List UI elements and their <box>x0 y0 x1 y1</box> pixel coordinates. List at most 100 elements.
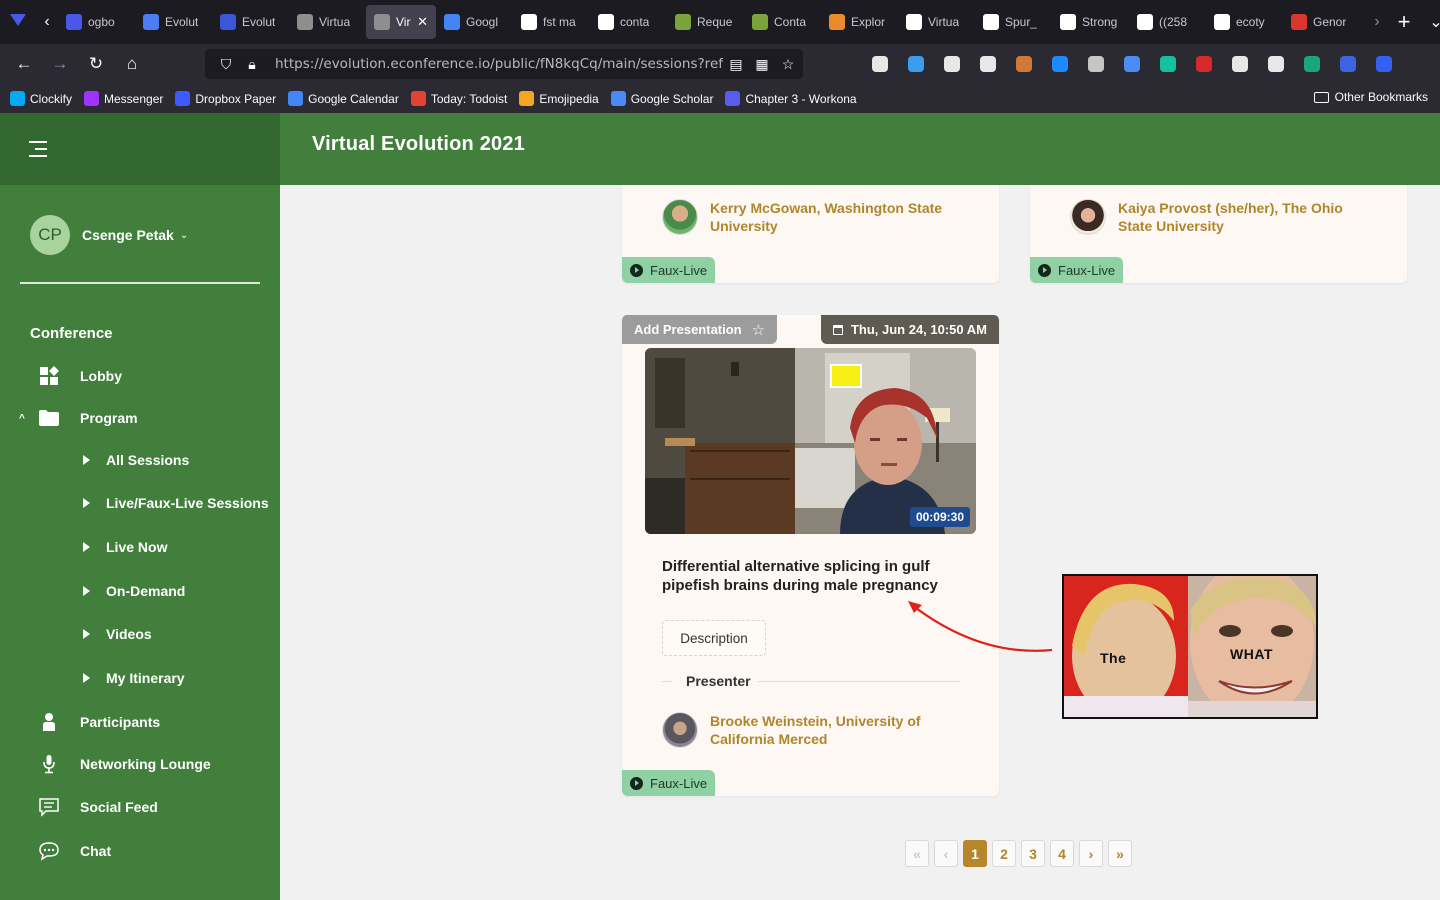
description-button[interactable]: Description <box>662 620 766 656</box>
extension-icon[interactable] <box>1078 56 1114 72</box>
sidebar-item-program[interactable]: ^ Program <box>0 403 280 433</box>
last-page-button[interactable]: » <box>1108 840 1132 867</box>
meme-picture <box>1064 576 1316 717</box>
video-thumbnail[interactable]: 00:09:30 <box>645 348 976 534</box>
browser-tab[interactable]: Virt ✕ <box>366 5 436 39</box>
sidebar-item-live-faux-live[interactable]: Live/Faux-Live Sessions <box>0 488 280 518</box>
bookmark-item[interactable]: Today: Todoist <box>410 91 507 106</box>
extension-icon[interactable] <box>898 56 934 72</box>
page-button-4[interactable]: 4 <box>1050 840 1074 867</box>
extension-icon[interactable] <box>1006 56 1042 72</box>
tab-scroll-right-icon[interactable]: › <box>1366 13 1388 31</box>
page-button-2[interactable]: 2 <box>992 840 1016 867</box>
bookmark-item[interactable]: Dropbox Paper <box>175 91 276 106</box>
star-icon[interactable]: ☆ <box>752 321 765 339</box>
sidebar-item-participants[interactable]: Participants <box>0 707 280 737</box>
reload-icon[interactable]: ↻ <box>78 54 114 74</box>
sidebar-item-on-demand[interactable]: On-Demand <box>0 576 280 606</box>
sidebar: CP Csenge Petak ⌄ Conference Lobby ^ Pro… <box>0 185 280 900</box>
sidebar-item-all-sessions[interactable]: All Sessions <box>0 445 280 475</box>
browser-tab[interactable]: Conta <box>744 5 821 39</box>
sidebar-item-my-itinerary[interactable]: My Itinerary <box>0 663 280 693</box>
back-icon[interactable]: ← <box>6 54 42 74</box>
presenter-entry[interactable]: Brooke Weinstein, University of Californ… <box>662 712 946 748</box>
extension-icon[interactable] <box>1366 56 1402 72</box>
close-tab-icon[interactable]: ✕ <box>417 14 428 30</box>
sidebar-item-chat[interactable]: Chat <box>0 836 280 866</box>
tab-overflow-icon[interactable]: ⌄ <box>1420 12 1440 32</box>
presenter-name[interactable]: Brooke Weinstein, University of Californ… <box>710 712 946 748</box>
presenter-name[interactable]: Kerry McGowan, Washington State Universi… <box>710 199 946 235</box>
presenter-name[interactable]: Kaiya Provost (she/her), The Ohio State … <box>1118 199 1354 235</box>
presenter-entry[interactable]: Kaiya Provost (she/her), The Ohio State … <box>1070 199 1354 235</box>
next-page-button[interactable]: › <box>1079 840 1103 867</box>
extension-icon[interactable] <box>862 56 898 72</box>
browser-tab[interactable]: Genor <box>1283 5 1360 39</box>
extension-icon[interactable] <box>1222 56 1258 72</box>
user-menu[interactable]: CP Csenge Petak ⌄ <box>30 215 188 255</box>
menu-collapse-icon[interactable] <box>29 140 49 158</box>
browser-tab-label: conta <box>620 15 650 29</box>
add-presentation-button[interactable]: Add Presentation ☆ <box>622 315 778 344</box>
bookmark-item[interactable]: Messenger <box>84 91 163 106</box>
browser-tab[interactable]: Virtua <box>898 5 975 39</box>
extension-icon[interactable] <box>1042 56 1078 72</box>
extension-icon[interactable] <box>1150 56 1186 72</box>
sidebar-item-lobby[interactable]: Lobby <box>0 361 280 391</box>
extension-icon[interactable] <box>934 56 970 72</box>
presenter-entry[interactable]: Kerry McGowan, Washington State Universi… <box>662 199 946 235</box>
browser-tab[interactable]: Strong <box>1052 5 1129 39</box>
browser-tab[interactable]: ((258 <box>1129 5 1206 39</box>
browser-tab[interactable]: Virtua <box>289 5 366 39</box>
extension-icon[interactable] <box>1294 56 1330 72</box>
bookmarks-bar: Clockify Messenger Dropbox Paper Google Cal… <box>0 84 1440 113</box>
other-bookmarks[interactable]: Other Bookmarks <box>1313 90 1428 104</box>
first-page-button[interactable]: « <box>905 840 929 867</box>
tab-favicon-icon <box>906 14 922 30</box>
forward-icon[interactable]: → <box>42 54 78 74</box>
bookmark-favicon-icon <box>288 91 304 106</box>
browser-tab[interactable]: Evolut <box>135 5 212 39</box>
bookmark-star-icon[interactable]: ☆ <box>775 56 801 73</box>
reader-view-icon[interactable]: ▤ <box>723 56 749 73</box>
shield-icon[interactable]: ⛉ <box>213 56 239 73</box>
bookmark-item[interactable]: Chapter 3 - Workona <box>725 91 857 106</box>
bookmark-item[interactable]: Google Scholar <box>610 91 713 106</box>
sidebar-item-social-feed[interactable]: Social Feed <box>0 792 280 822</box>
tab-scroll-left-icon[interactable]: ‹ <box>36 13 58 31</box>
page-button-3[interactable]: 3 <box>1021 840 1045 867</box>
folder-icon <box>38 408 60 428</box>
extension-icon[interactable] <box>970 56 1006 72</box>
qr-icon[interactable]: ▦ <box>749 56 775 73</box>
browser-tab[interactable]: Googl <box>436 5 513 39</box>
browser-tab[interactable]: conta <box>590 5 667 39</box>
bookmark-item[interactable]: Google Calendar <box>288 91 399 106</box>
sidebar-item-label: All Sessions <box>106 452 190 468</box>
presentation-title[interactable]: Differential alternative splicing in gul… <box>662 557 962 595</box>
new-tab-icon[interactable]: + <box>1388 9 1420 35</box>
tab-favicon-icon <box>444 14 460 30</box>
lock-icon[interactable]: 🔒︎ <box>239 56 265 73</box>
bookmark-item[interactable]: Emojipedia <box>519 91 599 106</box>
url-bar[interactable]: ⛉ 🔒︎ https://evolution.econference.io/pu… <box>205 49 803 79</box>
browser-tab[interactable]: fst ma <box>513 5 590 39</box>
browser-tab[interactable]: Reque <box>667 5 744 39</box>
sidebar-item-networking[interactable]: Networking Lounge <box>0 749 280 779</box>
browser-tab[interactable]: Spur_ <box>975 5 1052 39</box>
page-button-1[interactable]: 1 <box>963 840 987 867</box>
extension-icon[interactable] <box>1258 56 1294 72</box>
browser-tab[interactable]: Explor <box>821 5 898 39</box>
browser-tab[interactable]: ecoty <box>1206 5 1283 39</box>
url-text[interactable]: https://evolution.econference.io/public/… <box>275 56 723 72</box>
extension-icon[interactable] <box>1330 56 1366 72</box>
browser-tab[interactable]: Evolut <box>212 5 289 39</box>
extension-icon[interactable] <box>1114 56 1150 72</box>
bookmark-item[interactable]: Clockify <box>10 91 72 106</box>
extension-icon[interactable] <box>1186 56 1222 72</box>
browser-tab[interactable]: ogbo <box>58 5 135 39</box>
sidebar-item-videos[interactable]: Videos <box>0 619 280 649</box>
home-icon[interactable]: ⌂ <box>114 54 150 74</box>
sidebar-item-live-now[interactable]: Live Now <box>0 532 280 562</box>
tab-list-icon[interactable] <box>0 13 36 32</box>
prev-page-button[interactable]: ‹ <box>934 840 958 867</box>
